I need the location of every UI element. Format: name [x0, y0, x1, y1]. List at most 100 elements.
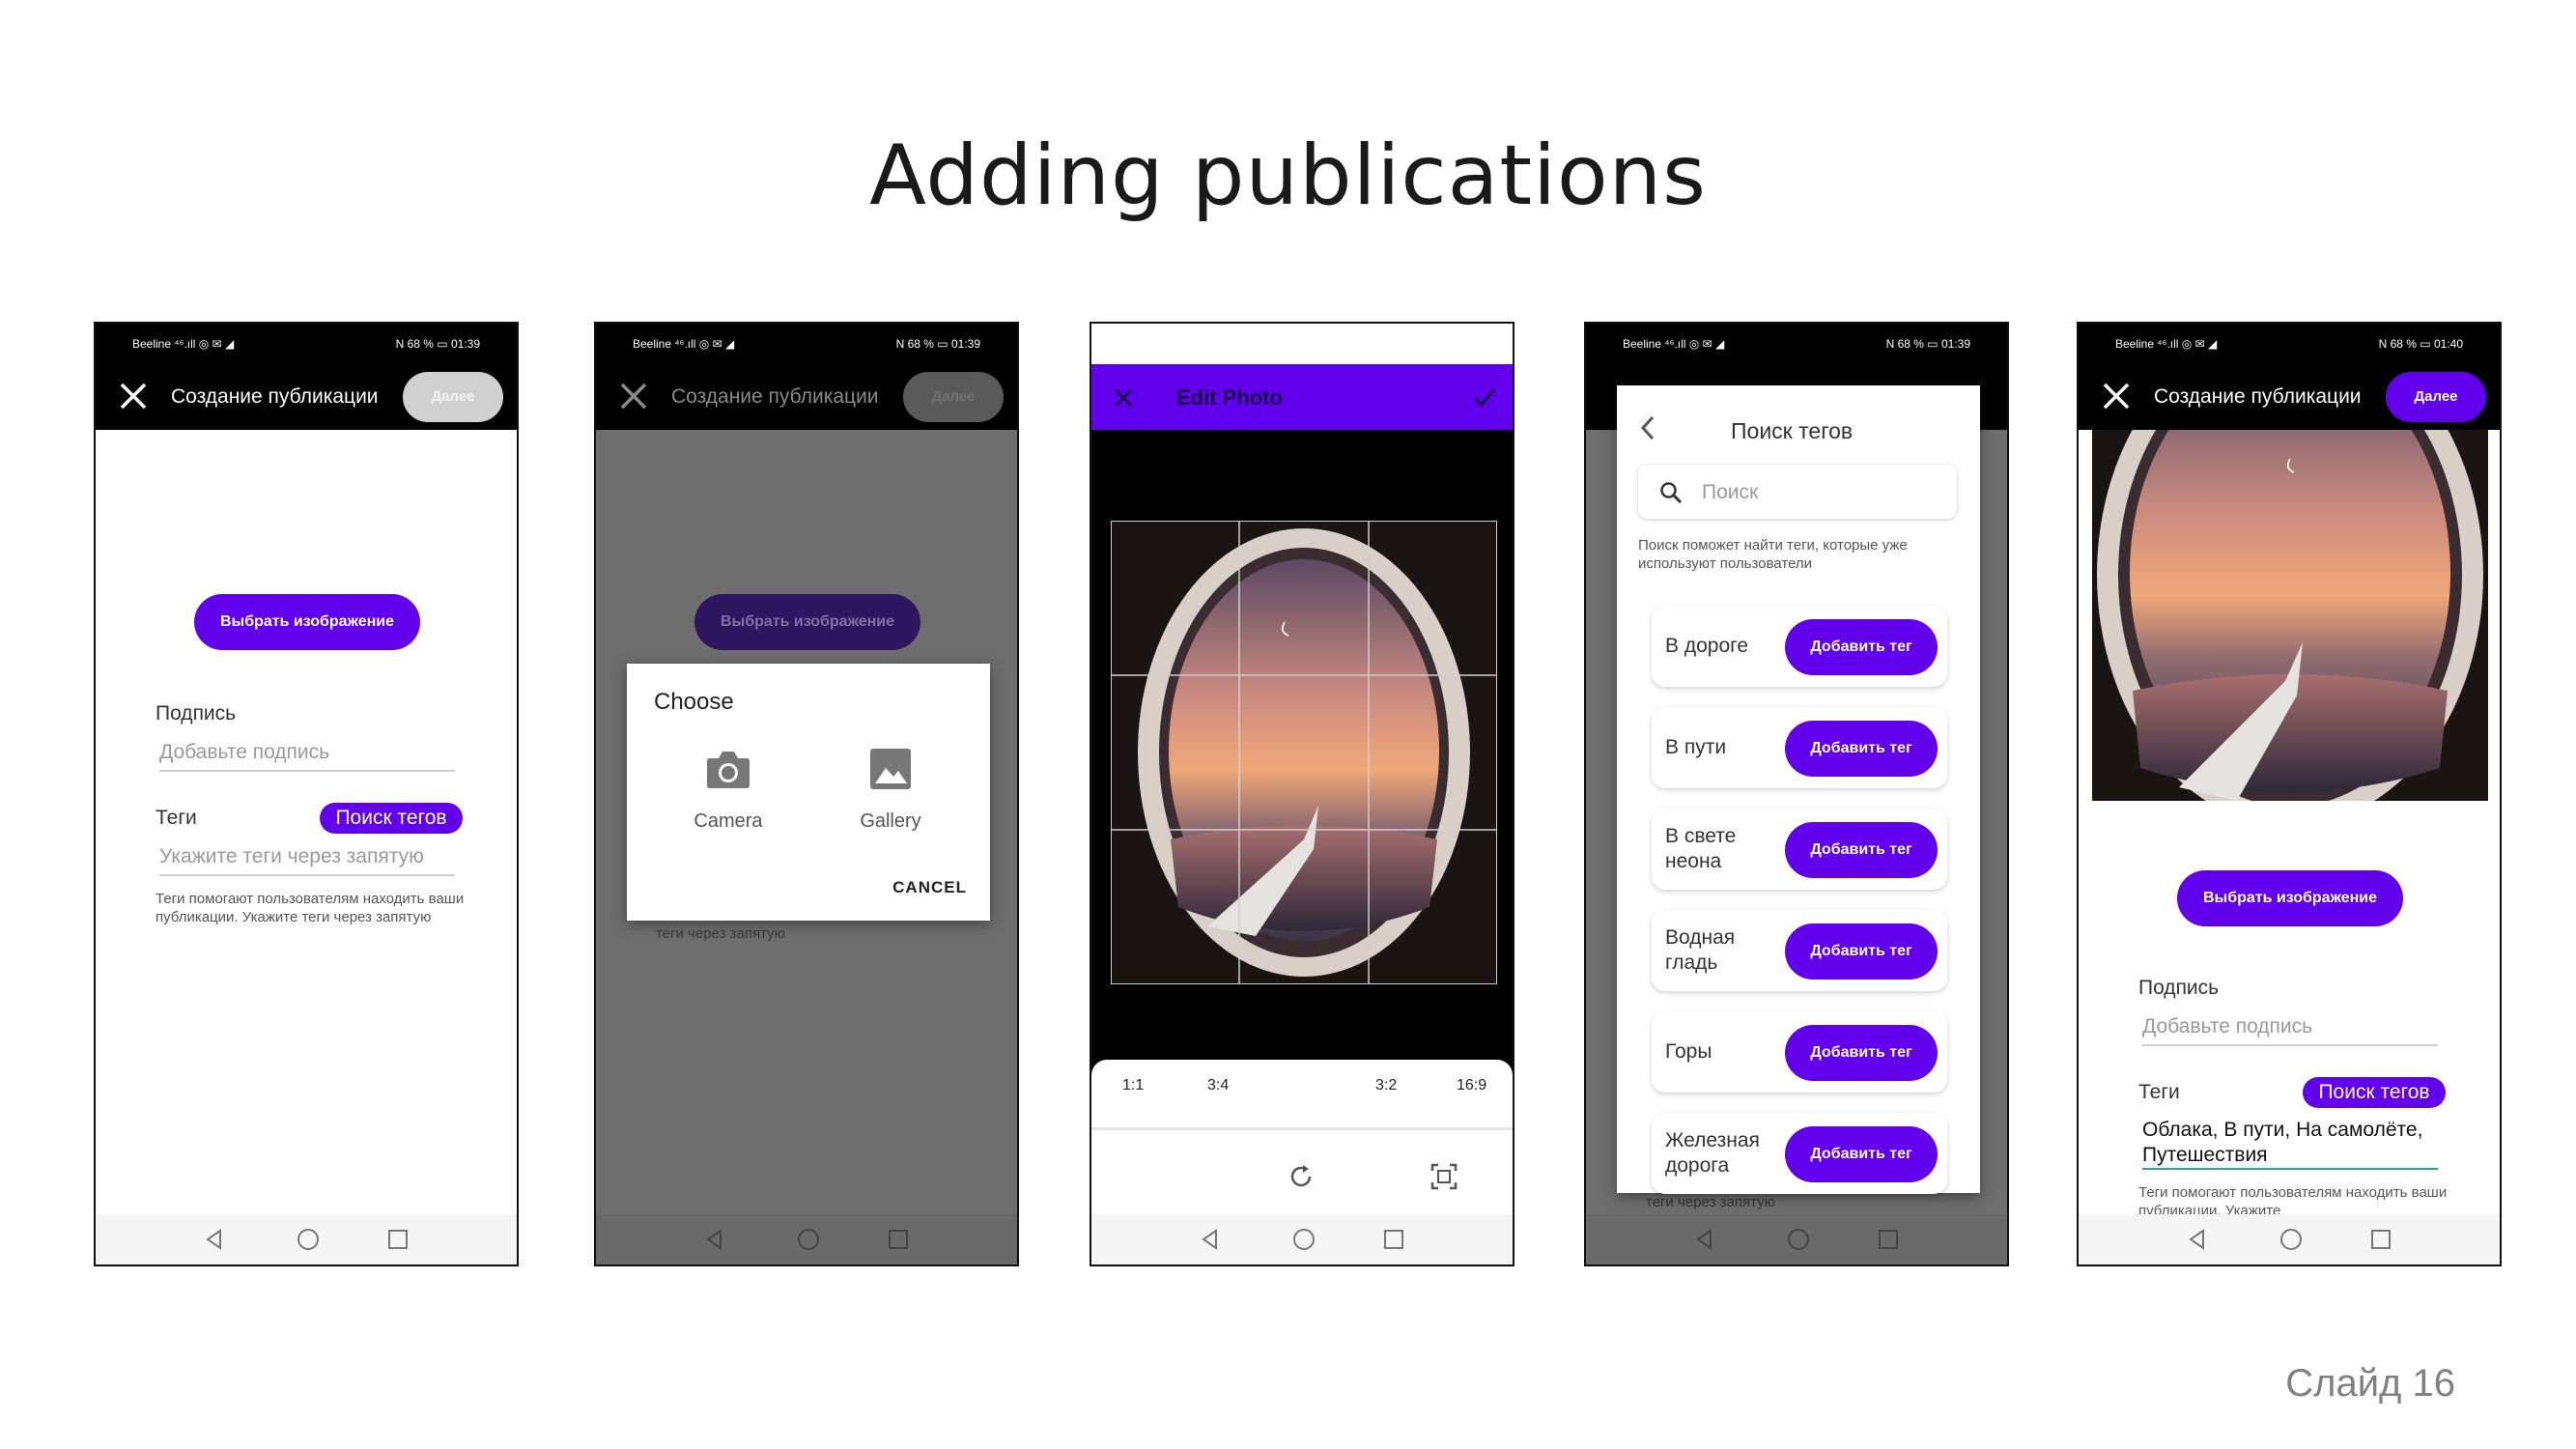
ratio-3-2[interactable]: 3:2: [1375, 1077, 1397, 1094]
status-left: Beeline ⁴⁶.ıll ◎ ✉ ◢: [2115, 337, 2218, 351]
nav-back-icon[interactable]: [2185, 1227, 2210, 1252]
status-right: N 68 % ▭ 01:40: [2378, 337, 2463, 351]
check-icon[interactable]: [1472, 385, 1497, 409]
tags-field[interactable]: Укажите теги через запятую: [159, 845, 455, 876]
tag-search-input[interactable]: Поиск: [1638, 465, 1957, 519]
tags-hint: Теги помогают пользователям находить ваш…: [156, 891, 465, 925]
add-tag-button[interactable]: Добавить тег: [1785, 619, 1938, 675]
status-bar: Beeline ⁴⁶.ıll ◎ ✉ ◢ N 68 % ▭ 01:39: [96, 324, 517, 362]
camera-icon: [707, 752, 750, 788]
tag-name: В свете неона: [1665, 825, 1737, 872]
add-tag-button[interactable]: Добавить тег: [1785, 721, 1938, 777]
status-right: N 68 % ▭ 01:39: [1885, 337, 1970, 351]
tags-hint: Теги помогают пользователям находить ваш…: [2138, 1184, 2448, 1216]
nav-back-icon[interactable]: [702, 1227, 727, 1252]
system-nav-bar: [96, 1214, 517, 1264]
caption-label: Подпись: [156, 702, 237, 724]
nav-recent-icon[interactable]: [385, 1227, 410, 1252]
nav-back-icon[interactable]: [202, 1227, 227, 1252]
next-button[interactable]: Далее: [2386, 372, 2486, 422]
search-tags-button[interactable]: Поиск тегов: [320, 803, 463, 834]
crop-fit-icon[interactable]: [1430, 1162, 1458, 1191]
close-icon[interactable]: [117, 380, 150, 412]
slide-title: Adding publications: [869, 128, 1707, 224]
screen-search-tags: Beeline ⁴⁶.ıll ◎ ✉ ◢ N 68 % ▭ 01:39 теги…: [1584, 322, 2009, 1266]
tag-row: В свете неона Добавить тег: [1652, 809, 1947, 890]
tag-row: В пути Добавить тег: [1652, 707, 1947, 788]
edit-toolbar: Edit Photo: [1091, 364, 1513, 430]
screen-create-publication-filled: Beeline ⁴⁶.ıll ◎ ✉ ◢ N 68 % ▭ 01:40 Созд…: [2077, 322, 2502, 1266]
caption-label: Подпись: [2138, 977, 2220, 999]
status-bar: Beeline ⁴⁶.ıll ◎ ✉ ◢ N 68 % ▭ 01:40: [2079, 324, 2500, 362]
search-icon: [1660, 482, 1683, 504]
status-left: Beeline ⁴⁶.ıll ◎ ✉ ◢: [132, 337, 235, 351]
add-tag-button[interactable]: Добавить тег: [1785, 822, 1938, 878]
caption-field[interactable]: Добавьте подпись: [159, 741, 455, 772]
tags-hint-tail: теги через запятую: [1646, 1194, 1775, 1210]
caption-field[interactable]: Добавьте подпись: [2142, 1015, 2438, 1046]
tags-label: Теги: [156, 807, 197, 829]
screen-choose-source: Beeline ⁴⁶.ıll ◎ ✉ ◢ N 68 % ▭ 01:39 Созд…: [594, 322, 1019, 1266]
choose-image-button[interactable]: Выбрать изображение: [2177, 870, 2403, 926]
app-bar: Создание публикации Далее: [596, 362, 1017, 430]
status-left: Beeline ⁴⁶.ıll ◎ ✉ ◢: [1623, 337, 1725, 351]
app-bar: Создание публикации Далее: [2079, 362, 2500, 430]
tag-row: Горы Добавить тег: [1652, 1011, 1947, 1093]
nav-home-icon[interactable]: [1786, 1227, 1811, 1252]
nav-home-icon[interactable]: [2279, 1227, 2304, 1252]
add-tag-button[interactable]: Добавить тег: [1785, 923, 1938, 980]
add-tag-button[interactable]: Добавить тег: [1785, 1025, 1938, 1081]
ratio-3-4[interactable]: 3:4: [1207, 1077, 1229, 1094]
app-bar: Создание публикации Далее: [96, 362, 517, 430]
nav-recent-icon[interactable]: [2368, 1227, 2393, 1252]
selected-photo: [2092, 430, 2488, 801]
screen-title: Создание публикации: [171, 385, 379, 408]
top-strip: [1091, 324, 1513, 364]
ratio-16-9[interactable]: 16:9: [1457, 1077, 1486, 1094]
add-tag-button[interactable]: Добавить тег: [1785, 1126, 1938, 1182]
gallery-option[interactable]: Gallery: [847, 747, 934, 843]
screen-edit-photo: Edit Photo 1:1 3:4 3:2 16:9: [1090, 322, 1514, 1266]
tag-name: Горы: [1665, 1040, 1713, 1063]
tag-row: В дороге Добавить тег: [1652, 606, 1947, 687]
camera-label: Camera: [694, 810, 763, 832]
nav-recent-icon[interactable]: [886, 1227, 911, 1252]
gallery-icon: [870, 749, 911, 789]
next-button[interactable]: Далее: [403, 372, 503, 422]
system-nav-bar: [1091, 1214, 1513, 1264]
nav-home-icon[interactable]: [1291, 1227, 1316, 1252]
nav-home-icon[interactable]: [296, 1227, 321, 1252]
close-icon[interactable]: [617, 380, 650, 412]
screen-create-publication: Beeline ⁴⁶.ıll ◎ ✉ ◢ N 68 % ▭ 01:39 Созд…: [94, 322, 519, 1266]
choose-dialog: Choose Camera Gallery CANCEL: [627, 664, 990, 921]
nav-back-icon[interactable]: [1198, 1227, 1223, 1252]
ratio-1-1[interactable]: 1:1: [1122, 1077, 1144, 1094]
status-bar: Beeline ⁴⁶.ıll ◎ ✉ ◢ N 68 % ▭ 01:39: [1586, 324, 2007, 362]
status-right: N 68 % ▭ 01:39: [395, 337, 480, 351]
tags-label: Теги: [2138, 1081, 2180, 1103]
choose-image-button[interactable]: Выбрать изображение: [194, 594, 420, 650]
divider: [1091, 1127, 1513, 1130]
slide-number: Слайд 16: [2285, 1362, 2455, 1405]
tag-search-dialog: Поиск тегов Поиск Поиск поможет найти те…: [1617, 385, 1980, 1194]
tag-row: Водная гладь Добавить тег: [1652, 910, 1947, 991]
nav-recent-icon[interactable]: [1876, 1227, 1901, 1252]
nav-home-icon[interactable]: [796, 1227, 821, 1252]
dialog-title: Choose: [654, 689, 734, 715]
search-placeholder: Поиск: [1702, 481, 1759, 503]
nav-back-icon[interactable]: [1692, 1227, 1717, 1252]
rotate-icon[interactable]: [1287, 1162, 1316, 1191]
system-nav-bar: [2079, 1214, 2500, 1264]
choose-image-button[interactable]: Выбрать изображение: [694, 594, 920, 650]
nav-recent-icon[interactable]: [1381, 1227, 1406, 1252]
close-icon[interactable]: [1113, 387, 1134, 409]
next-button[interactable]: Далее: [903, 372, 1004, 422]
close-icon[interactable]: [2100, 380, 2133, 412]
cancel-button[interactable]: CANCEL: [892, 878, 967, 897]
search-tags-button[interactable]: Поиск тегов: [2303, 1077, 2446, 1108]
back-icon[interactable]: [1638, 414, 1657, 441]
tag-name: Железная дорога: [1665, 1129, 1760, 1177]
camera-option[interactable]: Camera: [685, 747, 772, 843]
tags-field[interactable]: Облака, В пути, На самолёте, Путешествия: [2142, 1118, 2438, 1170]
photo-crop-area[interactable]: [1111, 521, 1497, 984]
